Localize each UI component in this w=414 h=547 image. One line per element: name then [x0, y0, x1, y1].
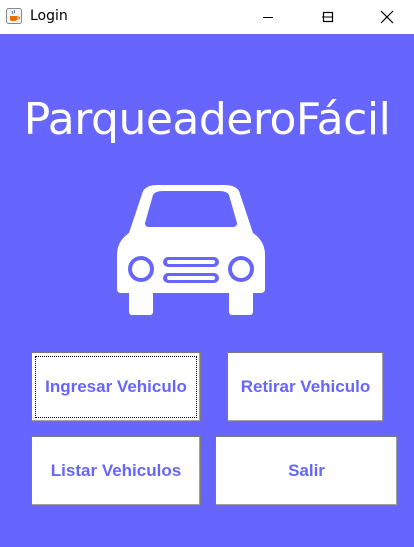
listar-vehiculos-button[interactable]: Listar Vehiculos: [31, 436, 201, 506]
app-title: ParqueaderoFácil: [23, 94, 391, 145]
maximize-icon: [322, 11, 334, 23]
salir-button[interactable]: Salir: [215, 436, 398, 506]
minimize-icon: [262, 11, 274, 23]
close-control[interactable]: [364, 0, 410, 34]
retirar-vehiculo-label: Retirar Vehiculo: [240, 377, 371, 396]
java-coffee-cup-icon: [6, 8, 22, 24]
ingresar-vehiculo-button[interactable]: Ingresar Vehiculo: [31, 352, 201, 422]
minimize-control[interactable]: [245, 0, 291, 34]
retirar-vehiculo-button[interactable]: Retirar Vehiculo: [227, 352, 384, 422]
window-title: Login: [30, 8, 68, 24]
close-icon: [380, 10, 394, 24]
car-icon: [113, 183, 269, 318]
salir-label: Salir: [288, 461, 325, 480]
window-titlebar: Login: [0, 0, 414, 34]
listar-vehiculos-label: Listar Vehiculos: [50, 461, 182, 480]
focus-ring: [35, 356, 197, 418]
maximize-control[interactable]: [305, 0, 351, 34]
